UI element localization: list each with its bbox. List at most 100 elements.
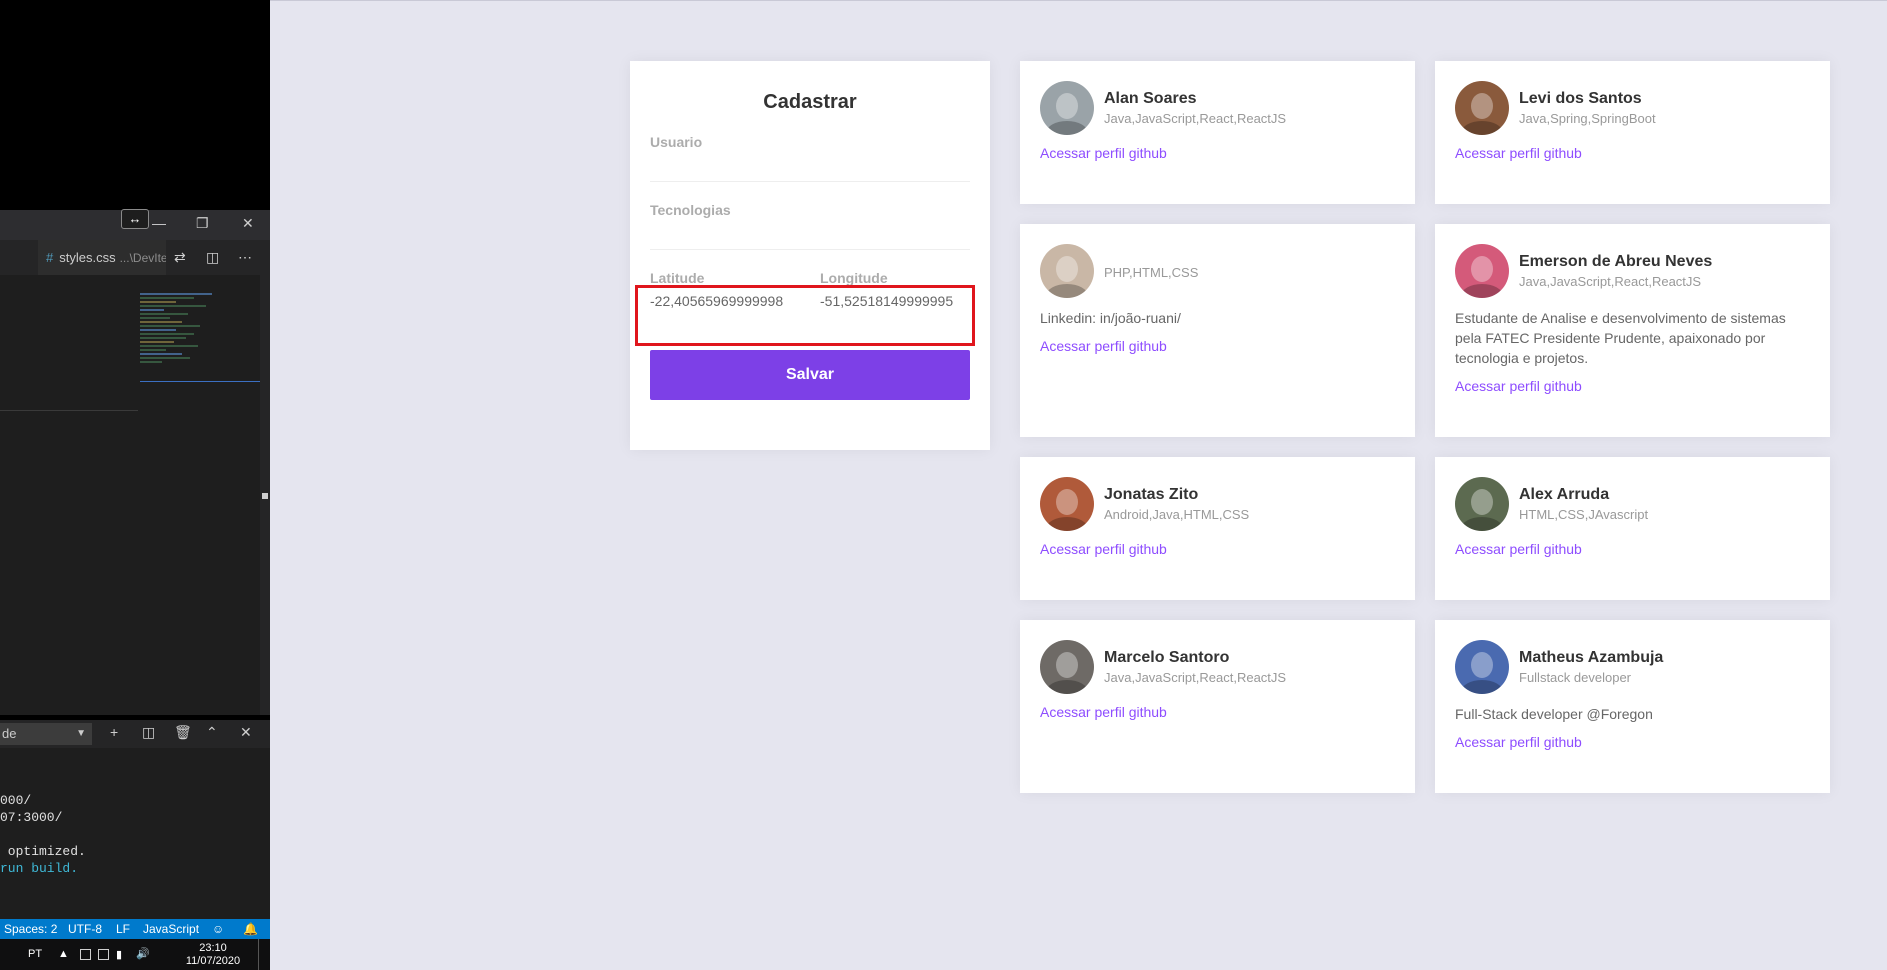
dev-techs: Java,JavaScript,React,ReactJS [1104,670,1287,685]
dev-techs: Android,Java,HTML,CSS [1104,507,1250,522]
latitude-label: Latitude [650,270,705,286]
terminal-line: optimized. [0,844,86,859]
dev-card: Matheus Azambuja Fullstack developer Ful… [1435,620,1830,793]
dev-techs: PHP,HTML,CSS [1104,265,1199,280]
close-panel-icon[interactable]: ✕ [240,724,252,740]
dev-techs: Java,Spring,SpringBoot [1519,111,1656,126]
source-control-compare-icon[interactable]: ⇄ [174,249,186,265]
dev-header: Alex Arruda HTML,CSS,JAvascript [1455,477,1810,531]
dev-list: Alan Soares Java,JavaScript,React,ReactJ… [1020,61,1830,793]
minimap[interactable] [140,293,260,413]
editor-tab-bar: # styles.css ...\DevIte [0,240,270,275]
dev-header: Jonatas Zito Android,Java,HTML,CSS [1040,477,1395,531]
code-area[interactable] [0,275,260,715]
tecnologias-label: Tecnologias [650,202,731,218]
register-form-card: Cadastrar Usuario Tecnologias Latitude L… [630,61,990,450]
longitude-input[interactable] [820,286,970,316]
dev-card: Alex Arruda HTML,CSS,JAvascript Acessar … [1435,457,1830,600]
github-profile-link[interactable]: Acessar perfil github [1455,541,1810,557]
action-center-flag-icon[interactable] [80,949,91,960]
github-profile-link[interactable]: Acessar perfil github [1040,145,1395,161]
dev-info: PHP,HTML,CSS [1104,262,1198,280]
battery-icon[interactable] [98,949,109,960]
dev-header: Alan Soares Java,JavaScript,React,ReactJ… [1040,81,1395,135]
dev-info: Matheus Azambuja Fullstack developer [1519,649,1663,685]
dev-card: Marcelo Santoro Java,JavaScript,React,Re… [1020,620,1415,793]
dev-header: Levi dos Santos Java,Spring,SpringBoot [1455,81,1810,135]
dev-name: Alan Soares [1104,90,1197,107]
resize-arrows-icon[interactable]: ↔ [121,209,149,229]
dev-name: Alex Arruda [1519,486,1610,503]
longitude-field-group: Longitude [820,270,970,316]
github-profile-link[interactable]: Acessar perfil github [1040,338,1395,354]
github-profile-link[interactable]: Acessar perfil github [1040,704,1395,720]
dev-name: Emerson de Abreu Neves [1519,253,1713,270]
avatar [1455,81,1509,135]
notifications-bell-icon[interactable]: 🔔 [243,919,258,939]
split-editor-icon[interactable]: ◫ [206,249,219,265]
avatar [1040,477,1094,531]
dev-header: Matheus Azambuja Fullstack developer [1455,640,1810,694]
dev-card: Alan Soares Java,JavaScript,React,ReactJ… [1020,61,1415,204]
show-hidden-icons-icon[interactable]: ▲ [58,948,69,960]
dev-info: Alex Arruda HTML,CSS,JAvascript [1519,486,1648,522]
input-language[interactable]: PT [28,948,42,960]
trash-icon[interactable]: 🗑 [174,724,192,740]
github-profile-link[interactable]: Acessar perfil github [1455,734,1810,750]
dev-info: Jonatas Zito Android,Java,HTML,CSS [1104,486,1249,522]
tecnologias-input[interactable] [650,218,970,250]
status-encoding[interactable]: UTF-8 [68,919,102,939]
dev-name: Marcelo Santoro [1104,649,1230,666]
terminal-selector-value: de [2,726,17,741]
terminal-line: 000/ [0,793,32,808]
close-window-icon[interactable]: ✕ [242,215,254,231]
clock[interactable]: 23:10 11/07/2020 [178,942,248,968]
avatar [1455,640,1509,694]
avatar [1040,81,1094,135]
usuario-input[interactable] [650,150,970,182]
feedback-icon[interactable]: ☺ [212,919,224,939]
page-top-border [270,0,1887,1]
dev-techs: Java,JavaScript,React,ReactJS [1104,111,1287,126]
dev-card: PHP,HTML,CSS Linkedin: in/joão-ruani/ Ac… [1020,224,1415,437]
more-actions-icon[interactable]: ⋯ [238,249,252,265]
longitude-label: Longitude [820,270,888,286]
css-file-icon: # [46,250,54,265]
tab-file-path: ...\DevIte [119,251,166,265]
github-profile-link[interactable]: Acessar perfil github [1040,541,1395,557]
clock-time: 23:10 [199,942,227,954]
terminal-selector[interactable]: de ▼ [0,723,92,745]
dev-info: Alan Soares Java,JavaScript,React,ReactJ… [1104,90,1286,126]
github-profile-link[interactable]: Acessar perfil github [1455,145,1810,161]
network-signal-icon[interactable]: ▮ [116,948,122,961]
terminal-line: run build. [0,861,78,876]
restore-icon[interactable]: ❐ [196,215,209,231]
os-taskbar: PT ▲ ▮ 🔊 23:10 11/07/2020 [0,939,270,970]
terminal-output[interactable]: 000/ 07:3000/ optimized. run build. [0,748,270,920]
maximize-panel-icon[interactable]: ⌃ [206,724,218,740]
minimize-icon[interactable]: — [152,215,166,231]
latitude-input[interactable] [650,286,800,316]
status-eol[interactable]: LF [116,919,130,939]
dev-card: Emerson de Abreu Neves Java,JavaScript,R… [1435,224,1830,437]
avatar [1455,244,1509,298]
split-terminal-icon[interactable]: ◫ [142,724,155,740]
github-profile-link[interactable]: Acessar perfil github [1455,378,1810,394]
dev-techs: HTML,CSS,JAvascript [1519,507,1649,522]
tab-styles-css[interactable]: # styles.css ...\DevIte [38,240,166,275]
editor-scrollbar[interactable] [260,275,270,715]
new-terminal-icon[interactable]: + [110,724,118,740]
avatar [1455,477,1509,531]
chevron-down-icon: ▼ [76,728,86,739]
show-desktop-button[interactable] [258,939,270,970]
save-button[interactable]: Salvar [650,350,970,400]
status-language[interactable]: JavaScript [143,919,199,939]
dev-bio: Linkedin: in/joão-ruani/ [1040,310,1181,326]
terminal-toolbar: de ▼ [0,720,270,748]
volume-icon[interactable]: 🔊 [136,947,150,960]
terminal-line: 07:3000/ [0,810,63,825]
dev-bio: Estudante de Analise e desenvolvimento d… [1455,310,1786,366]
current-line-highlight [0,410,138,411]
status-indentation[interactable]: Spaces: 2 [4,919,57,939]
dev-name: Matheus Azambuja [1519,649,1664,666]
